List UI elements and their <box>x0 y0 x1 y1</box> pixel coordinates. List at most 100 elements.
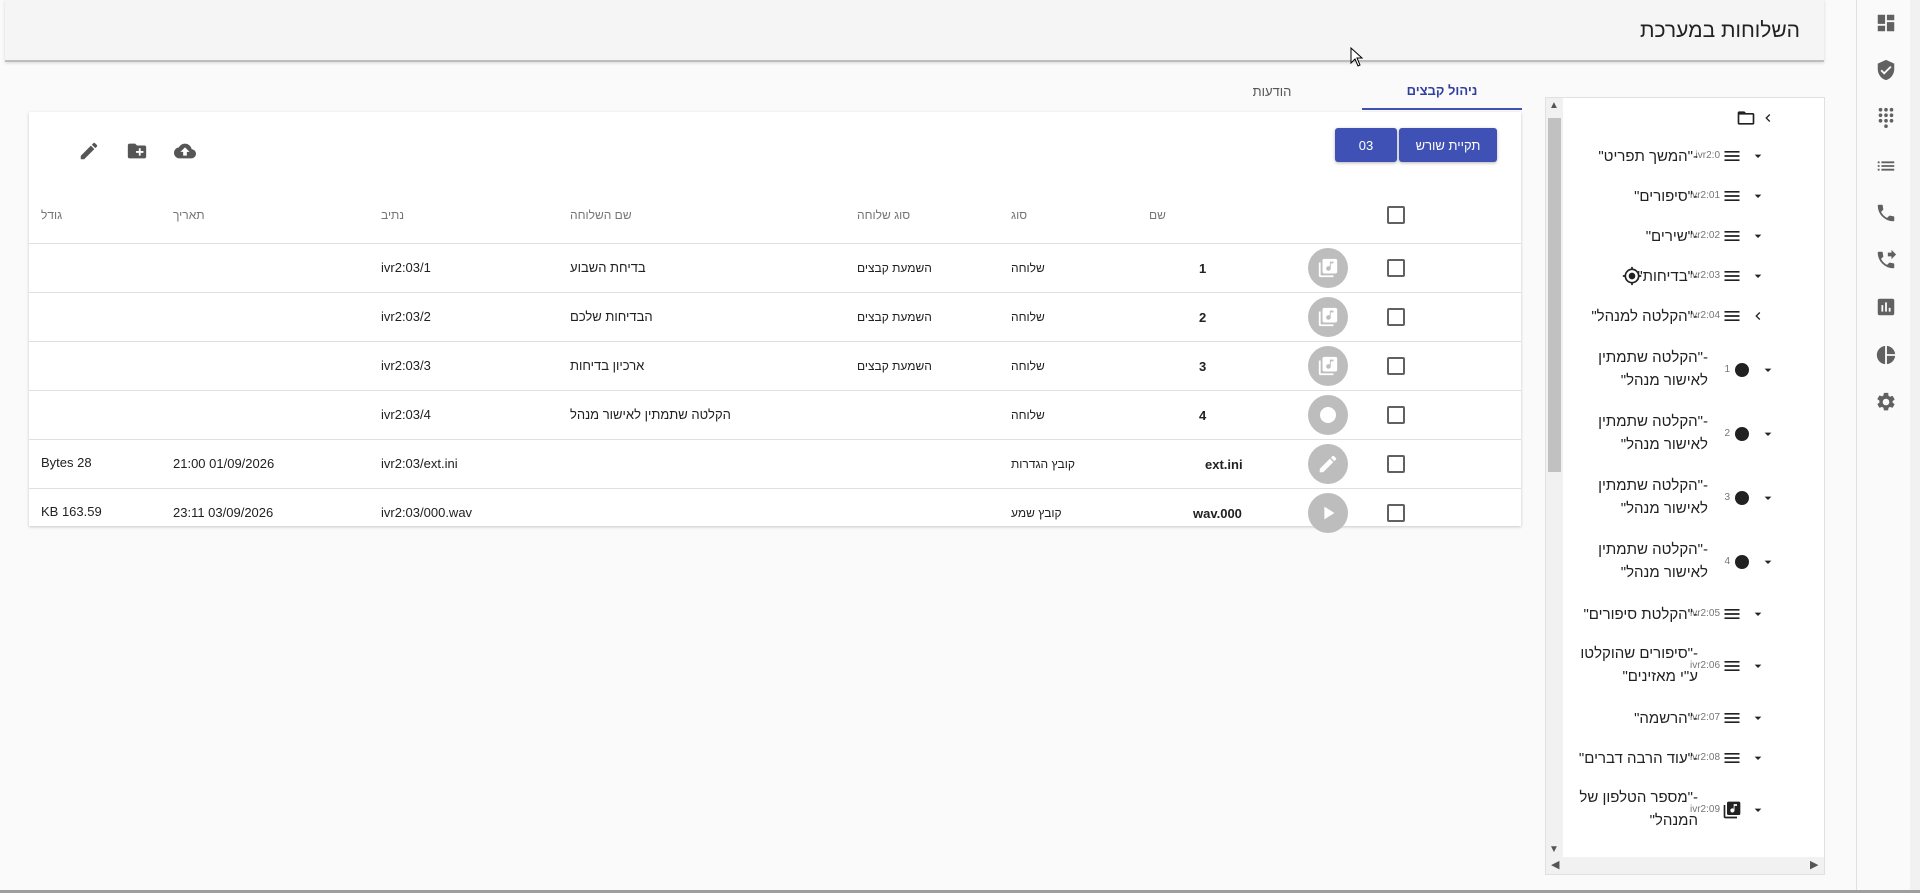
node-label: -"הקלטה שתמתין לאישור מנהל" <box>1598 541 1708 581</box>
chevron-down-icon[interactable] <box>1750 228 1766 244</box>
pie-chart-icon[interactable] <box>1871 340 1901 370</box>
dot-icon <box>1732 360 1752 380</box>
table-row[interactable]: 1 שלוחה השמעת קבצים בדיחת השבוע ivr2:03/… <box>29 244 1521 293</box>
scroll-thumb[interactable] <box>1548 118 1561 472</box>
col-name[interactable]: שם <box>1149 208 1166 222</box>
table-row[interactable]: 2 שלוחה השמעת קבצים הבדיחות שלכם ivr2:03… <box>29 293 1521 342</box>
chevron-down-icon[interactable] <box>1760 362 1776 378</box>
scroll-left-icon[interactable]: ◀ <box>1551 858 1559 871</box>
tree-node[interactable]: ivr2:04 -"הקלטה למנהל" <box>1566 304 1806 328</box>
chevron-down-icon[interactable] <box>1750 750 1766 766</box>
mouse-cursor-icon <box>1350 47 1364 67</box>
tab-messages[interactable]: הודעות <box>1192 72 1352 110</box>
menu-icon <box>1722 226 1742 246</box>
gear-icon[interactable] <box>1871 387 1901 417</box>
row-date: 21:00 01/09/2026 <box>173 456 275 471</box>
node-code: 2 <box>1724 428 1730 439</box>
row-type: שלוחה <box>1011 359 1045 373</box>
root-folder-button[interactable]: תקיית שורש <box>1399 128 1497 162</box>
chevron-down-icon[interactable] <box>1750 606 1766 622</box>
shield-check-icon[interactable] <box>1871 55 1901 85</box>
row-checkbox[interactable] <box>1387 504 1405 522</box>
row-path: ivr2:03/1 <box>381 260 431 275</box>
bar-chart-icon[interactable] <box>1871 292 1901 322</box>
tree-node-child[interactable]: 3 -"הקלטה שתמתין לאישור מנהל" <box>1576 474 1816 522</box>
chevron-down-icon[interactable] <box>1750 268 1766 284</box>
chevron-down-icon[interactable] <box>1760 554 1776 570</box>
tree-node[interactable]: ivr2:05 -"הקלטת סיפורים" <box>1566 602 1806 626</box>
node-label: -"שירים" <box>1645 228 1698 245</box>
dialpad-icon[interactable] <box>1871 103 1901 133</box>
chevron-left-icon[interactable] <box>1750 308 1766 324</box>
tree-node[interactable]: ivr2:06 -"סיפורים שהוקלטו ע"י מאזינים" <box>1566 642 1806 690</box>
sip-phone-icon[interactable] <box>1871 198 1901 228</box>
tabs: ניהול קבצים הודעות <box>1188 72 1522 110</box>
folder-03-button[interactable]: 03 <box>1335 128 1397 162</box>
tree-node[interactable]: ivr2:08 -"עוד הרבה דברים" <box>1566 746 1806 770</box>
tree-node[interactable]: ivr2:02 -"שירים" <box>1566 224 1806 248</box>
row-ext-name: הבדיחות שלכם <box>570 309 653 324</box>
row-path: ivr2:03/ext.ini <box>381 456 458 471</box>
cloud-upload-icon[interactable] <box>172 138 198 164</box>
play-icon <box>1308 493 1348 533</box>
row-type: שלוחה <box>1011 261 1045 275</box>
row-checkbox[interactable] <box>1387 308 1405 326</box>
col-date[interactable]: תאריך <box>173 208 205 222</box>
select-all-checkbox[interactable] <box>1387 206 1405 224</box>
col-size[interactable]: גודל <box>41 208 62 222</box>
scroll-down-icon[interactable]: ▼ <box>1549 844 1559 855</box>
table-row[interactable]: 3 שלוחה השמעת קבצים ארכיון בדיחות ivr2:0… <box>29 342 1521 391</box>
node-label: -"המשך תפריט" <box>1598 148 1698 165</box>
col-type[interactable]: סוג <box>1011 208 1027 222</box>
table-row[interactable]: 4 שלוחה הקלטה שתמתין לאישור מנהל ivr2:03… <box>29 391 1521 440</box>
tree-vertical-scrollbar[interactable]: ▲ ▼ <box>1546 98 1563 858</box>
tab-file-management[interactable]: ניהול קבצים <box>1362 72 1522 110</box>
col-path[interactable]: נתיב <box>381 208 404 222</box>
scroll-up-icon[interactable]: ▲ <box>1549 100 1559 111</box>
row-checkbox[interactable] <box>1387 259 1405 277</box>
new-folder-icon[interactable] <box>124 138 150 164</box>
audio-file-icon <box>1308 248 1348 288</box>
col-ext-type[interactable]: סוג שלוחה <box>857 208 910 222</box>
chevron-down-icon[interactable] <box>1750 658 1766 674</box>
row-checkbox[interactable] <box>1387 357 1405 375</box>
chevron-down-icon[interactable] <box>1750 148 1766 164</box>
chevron-down-icon[interactable] <box>1760 426 1776 442</box>
chevron-left-icon[interactable] <box>1760 110 1776 126</box>
audio-file-icon <box>1308 297 1348 337</box>
node-label: -"הקלטה שתמתין לאישור מנהל" <box>1598 477 1708 517</box>
record-icon <box>1308 395 1348 435</box>
chevron-down-icon[interactable] <box>1750 710 1766 726</box>
tree-node-selected[interactable]: ivr2:03 -"בדיחות" <box>1566 264 1806 288</box>
row-ext-type: השמעת קבצים <box>857 261 932 275</box>
tree-root[interactable] <box>1566 108 1806 132</box>
row-type: שלוחה <box>1011 310 1045 324</box>
row-size: KB 163.59 <box>41 504 102 519</box>
table-row[interactable]: wav.000 קובץ שמע ivr2:03/000.wav 23:11 0… <box>29 489 1521 533</box>
tree-horizontal-scrollbar[interactable]: ◀ ▶ <box>1546 857 1824 874</box>
page-scrollbar[interactable] <box>1910 0 1920 893</box>
tree-node[interactable]: ivr2:07 -"הרשמה" <box>1566 706 1806 730</box>
tree-node-child[interactable]: 2 -"הקלטה שתמתין לאישור מנהל" <box>1576 410 1816 458</box>
chevron-down-icon[interactable] <box>1750 188 1766 204</box>
tree-node[interactable]: ivr2:01 -"סיפורים" <box>1566 184 1806 208</box>
row-checkbox[interactable] <box>1387 455 1405 473</box>
list-icon[interactable] <box>1871 151 1901 181</box>
edit-icon[interactable] <box>76 138 102 164</box>
chevron-down-icon[interactable] <box>1750 802 1766 818</box>
table-row[interactable]: ext.ini קובץ הגדרות ivr2:03/ext.ini 21:0… <box>29 440 1521 489</box>
dashboard-icon[interactable] <box>1871 8 1901 38</box>
chevron-down-icon[interactable] <box>1760 490 1776 506</box>
tree-node-child[interactable]: 4 -"הקלטה שתמתין לאישור מנהל" <box>1576 538 1816 586</box>
scroll-right-icon[interactable]: ▶ <box>1810 858 1818 871</box>
row-checkbox[interactable] <box>1387 406 1405 424</box>
page-header: השלוחות במערכת <box>5 0 1824 62</box>
phone-forward-icon[interactable] <box>1871 245 1901 275</box>
tree-node-child[interactable]: 1 -"הקלטה שתמתין לאישור מנהל" <box>1576 346 1816 394</box>
node-label: -"עוד הרבה דברים" <box>1578 750 1698 767</box>
row-ext-name: ארכיון בדיחות <box>570 358 645 373</box>
col-ext-name[interactable]: שם השלוחה <box>570 208 632 222</box>
menu-icon <box>1722 186 1742 206</box>
tree-node[interactable]: ivr2:0 -"המשך תפריט" <box>1566 144 1806 168</box>
tree-node[interactable]: ivr2:09 -"מספר הטלפון של המנהל" <box>1566 786 1806 834</box>
